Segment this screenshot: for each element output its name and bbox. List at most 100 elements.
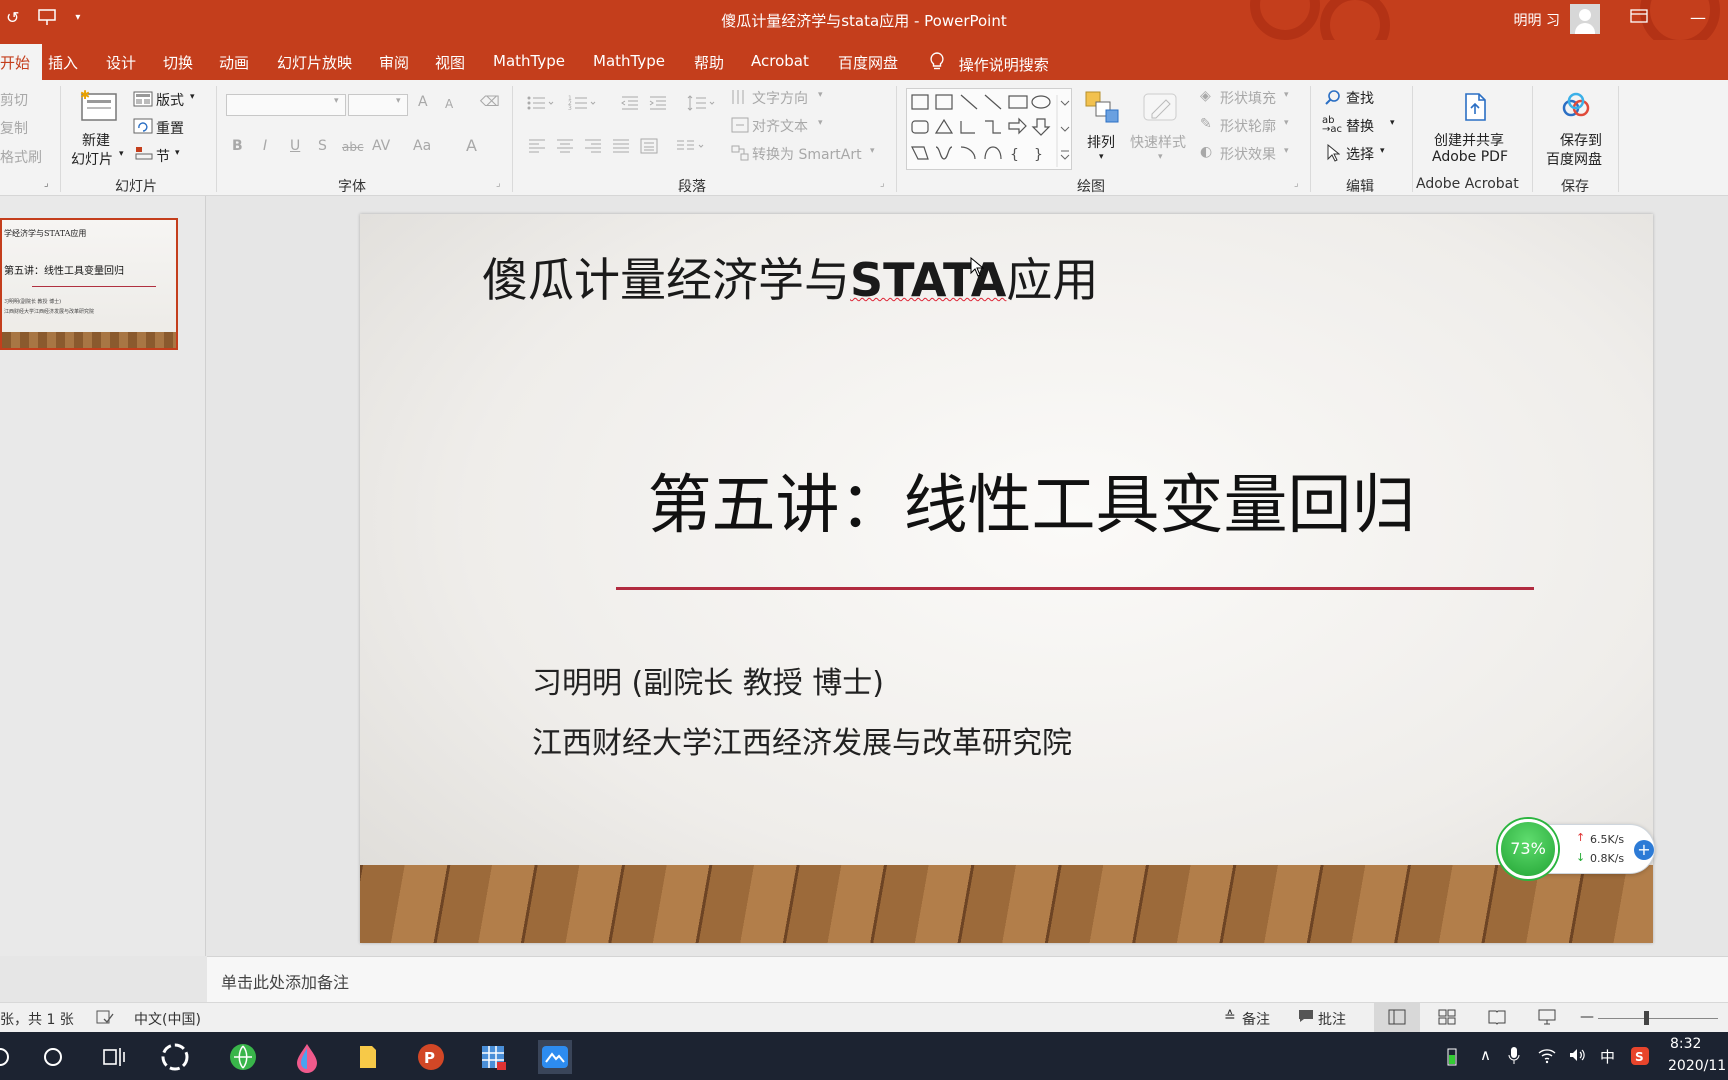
tab-mathtype-2[interactable]: MathType <box>593 52 665 70</box>
shrink-font-button[interactable]: A <box>445 97 453 111</box>
distributed-icon[interactable] <box>640 138 658 158</box>
reset-button[interactable]: 重置 <box>156 118 184 138</box>
battery-icon[interactable] <box>1446 1046 1458 1070</box>
institution-line[interactable]: 江西财经大学江西经济发展与改革研究院 <box>532 718 1072 762</box>
bullets-icon[interactable] <box>526 94 554 116</box>
paragraph-launcher-icon[interactable]: ⌟ <box>880 178 885 189</box>
clipboard-launcher-icon[interactable]: ⌟ <box>44 178 49 189</box>
change-case-button[interactable]: Aa <box>413 138 431 154</box>
file-explorer-icon[interactable] <box>352 1040 386 1074</box>
wifi-icon[interactable] <box>1538 1046 1556 1068</box>
character-spacing-button[interactable]: AV <box>372 138 390 154</box>
avatar[interactable] <box>1570 4 1600 34</box>
create-pdf-label-1[interactable]: 创建并共享 <box>1434 130 1504 150</box>
align-right-icon[interactable] <box>584 138 602 158</box>
smartart-dropdown-icon[interactable]: ▾ <box>870 146 875 156</box>
strikethrough-button[interactable]: abc <box>342 140 364 154</box>
reading-view-icon[interactable] <box>1488 1009 1506 1029</box>
browser-icon[interactable] <box>226 1040 260 1074</box>
slide-sorter-icon[interactable] <box>1438 1009 1456 1029</box>
select-button[interactable]: 选择 <box>1346 144 1374 164</box>
clear-formatting-icon[interactable]: ⌫ <box>480 94 500 110</box>
decrease-indent-icon[interactable] <box>620 94 640 116</box>
line-spacing-icon[interactable] <box>686 94 716 116</box>
cut-button[interactable]: 剪切 <box>0 90 28 110</box>
calculator-app-icon[interactable] <box>476 1040 510 1074</box>
meeting-app-icon[interactable] <box>538 1040 572 1074</box>
spell-check-icon[interactable] <box>96 1009 114 1029</box>
font-launcher-icon[interactable]: ⌟ <box>496 178 501 189</box>
format-painter-button[interactable]: 格式刷 <box>0 147 42 167</box>
tell-me-search[interactable]: 操作说明搜索 <box>930 52 1049 75</box>
notes-toggle-button[interactable]: 备注 <box>1242 1009 1270 1029</box>
font-size-dropdown-icon[interactable]: ▾ <box>396 96 401 106</box>
tab-home[interactable]: 开始 <box>0 44 43 80</box>
drop-app-icon[interactable] <box>290 1040 324 1074</box>
comments-icon[interactable] <box>1298 1009 1314 1027</box>
tab-transitions[interactable]: 切换 <box>163 52 193 73</box>
quick-styles-button[interactable]: 快速样式 <box>1130 132 1186 152</box>
align-left-icon[interactable] <box>528 138 546 158</box>
user-name[interactable]: 明明 习 <box>1514 10 1560 30</box>
shape-fill-dropdown-icon[interactable]: ▾ <box>1284 90 1289 100</box>
lecture-title[interactable]: 第五讲：线性工具变量回归 <box>360 454 1653 546</box>
slide-canvas[interactable]: 傻瓜计量经济学与STATA应用 第五讲：线性工具变量回归 习明明 (副院长 教授… <box>360 214 1653 943</box>
author-line[interactable]: 习明明 (副院长 教授 博士) <box>532 658 884 702</box>
normal-view-icon[interactable] <box>1388 1009 1406 1029</box>
section-dropdown-icon[interactable]: ▾ <box>175 148 180 158</box>
text-direction-button[interactable]: 文字方向 <box>752 88 808 108</box>
shape-effects-dropdown-icon[interactable]: ▾ <box>1284 146 1289 156</box>
memory-usage-badge[interactable]: 73% <box>1498 819 1558 879</box>
new-slide-label-1[interactable]: 新建 <box>82 130 110 150</box>
save-to-netdisk-label-2[interactable]: 百度网盘 <box>1546 149 1602 169</box>
font-name-dropdown-icon[interactable]: ▾ <box>334 96 339 106</box>
clock-date[interactable]: 2020/11 <box>1668 1058 1726 1074</box>
new-slide-dropdown-icon[interactable]: ▾ <box>119 149 124 159</box>
align-text-button[interactable]: 对齐文本 <box>752 116 808 136</box>
text-shadow-button[interactable]: S <box>318 138 327 154</box>
tab-design[interactable]: 设计 <box>106 52 136 73</box>
drawing-launcher-icon[interactable]: ⌟ <box>1294 178 1299 189</box>
tab-acrobat[interactable]: Acrobat <box>751 52 809 70</box>
new-slide-icon[interactable]: ✱ <box>80 88 118 126</box>
font-color-button[interactable]: A <box>466 136 477 155</box>
underline-button[interactable]: U <box>290 138 300 154</box>
layout-dropdown-icon[interactable]: ▾ <box>190 92 195 102</box>
find-button[interactable]: 查找 <box>1346 88 1374 108</box>
app-swirl-icon[interactable] <box>158 1040 192 1074</box>
powerpoint-taskbar-icon[interactable]: P <box>414 1040 448 1074</box>
zoom-slider[interactable] <box>1598 1018 1718 1019</box>
cortana-search-icon[interactable] <box>36 1040 70 1074</box>
course-title[interactable]: 傻瓜计量经济学与STATA应用 <box>482 244 1098 310</box>
shapes-gallery[interactable]: {} <box>906 88 1072 170</box>
italic-button[interactable]: I <box>263 138 267 154</box>
task-view-icon[interactable] <box>96 1040 130 1074</box>
volume-icon[interactable] <box>1568 1046 1586 1068</box>
tab-insert[interactable]: 插入 <box>48 52 78 73</box>
bold-button[interactable]: B <box>232 138 243 154</box>
start-button-icon[interactable] <box>0 1040 34 1074</box>
arrange-button[interactable]: 排列 <box>1087 132 1115 152</box>
slide-thumbnail[interactable]: 学经济学与STATA应用 第五讲：线性工具变量回归 习明明(副院长 教授 博士)… <box>0 218 178 350</box>
notes-toggle-icon[interactable]: ≙ <box>1224 1009 1236 1025</box>
slideshow-icon[interactable] <box>1538 1009 1556 1029</box>
replace-button[interactable]: 替换 <box>1346 116 1374 136</box>
show-hidden-icons-icon[interactable]: ∧ <box>1480 1046 1491 1064</box>
ribbon-display-options-icon[interactable] <box>1630 8 1648 28</box>
language-indicator[interactable]: 中文(中国) <box>134 1009 201 1029</box>
new-slide-label-2[interactable]: 幻灯片 <box>71 149 113 169</box>
copy-button[interactable]: 复制 <box>0 118 28 138</box>
numbering-icon[interactable]: 123 <box>568 94 596 116</box>
clock-time[interactable]: 8:32 <box>1670 1036 1701 1052</box>
shape-outline-dropdown-icon[interactable]: ▾ <box>1284 118 1289 128</box>
select-dropdown-icon[interactable]: ▾ <box>1380 146 1385 156</box>
notes-pane[interactable]: 单击此处添加备注 <box>207 956 1728 1002</box>
shape-effects-button[interactable]: 形状效果 <box>1220 144 1276 164</box>
plus-icon[interactable]: + <box>1634 840 1654 860</box>
replace-dropdown-icon[interactable]: ▾ <box>1390 118 1395 128</box>
network-speed-widget[interactable]: 73% ↑ 6.5K/s ↓ 0.8K/s + <box>1498 819 1655 879</box>
create-pdf-label-2[interactable]: Adobe PDF <box>1432 149 1508 165</box>
font-name-combobox[interactable] <box>226 94 346 116</box>
tab-slideshow[interactable]: 幻灯片放映 <box>277 52 352 73</box>
microphone-icon[interactable] <box>1508 1046 1520 1070</box>
